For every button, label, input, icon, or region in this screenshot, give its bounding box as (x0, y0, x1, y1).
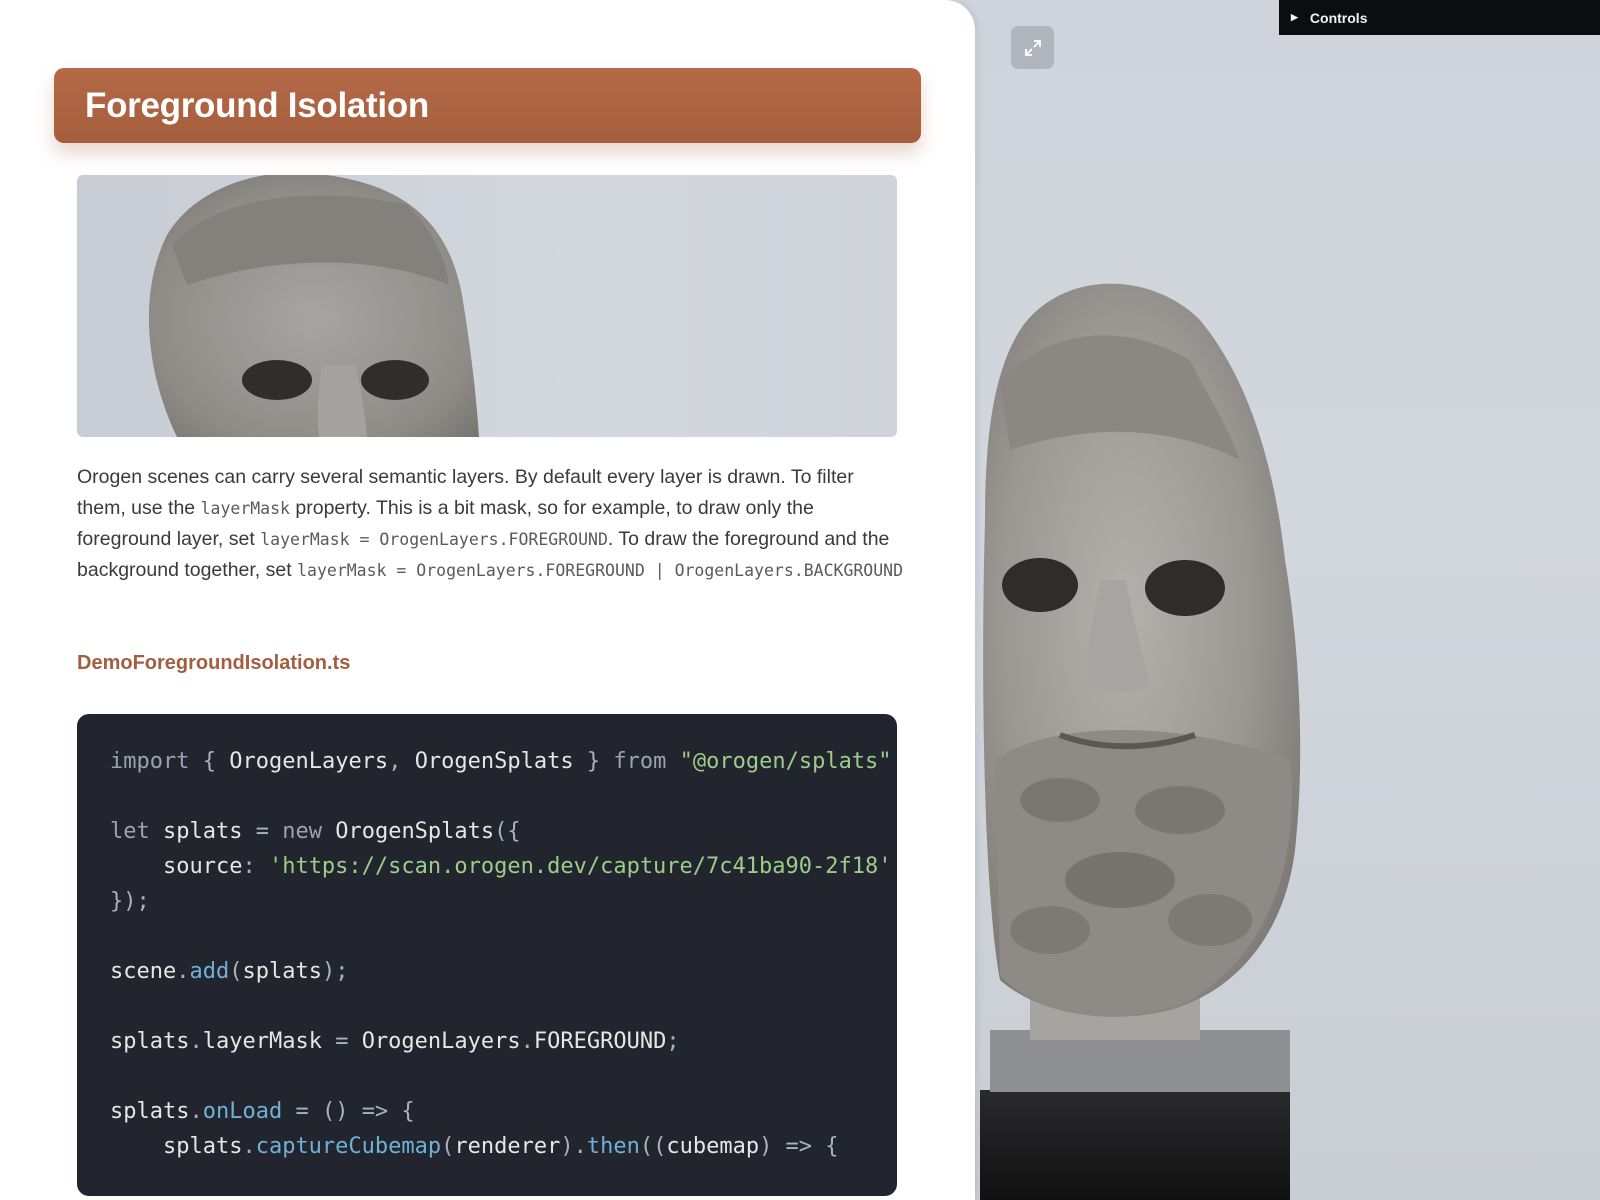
code-token: import (110, 749, 190, 774)
code-token: splats (242, 959, 322, 984)
code-content: import { OrogenLayers, OrogenSplats } fr… (77, 714, 897, 1164)
code-line: splats.layerMask = OrogenLayers.FOREGROU… (110, 1024, 897, 1059)
code-token: cubemap (666, 1134, 760, 1159)
code-token: ({ (494, 819, 521, 844)
code-token: OrogenLayers (229, 749, 389, 774)
code-token: ( (229, 959, 243, 984)
code-token: OrogenSplats (321, 819, 495, 844)
statue-crop-render (148, 175, 479, 437)
code-token: renderer (454, 1134, 561, 1159)
code-token: = (255, 819, 283, 844)
code-token: . (242, 1134, 256, 1159)
code-token: OrogenLayers (361, 1029, 521, 1054)
code-token: . (189, 1029, 203, 1054)
code-line: splats.captureCubemap(renderer).then((cu… (110, 1129, 897, 1164)
inline-code: layerMask = OrogenLayers.FOREGROUND | Or… (297, 561, 904, 580)
code-token: add (189, 959, 230, 984)
code-token: = () => { (282, 1099, 415, 1124)
code-line: splats.onLoad = () => { (110, 1094, 897, 1129)
code-token: (( (639, 1134, 667, 1159)
code-token: onLoad (202, 1099, 283, 1124)
code-token: scene (110, 959, 177, 984)
code-token: = (335, 1029, 362, 1054)
code-block[interactable]: import { OrogenLayers, OrogenSplats } fr… (77, 714, 897, 1196)
code-token: source (110, 854, 243, 879)
code-token: } (573, 749, 614, 774)
code-token: splats (110, 1099, 190, 1124)
triangle-right-icon: ▶ (1291, 12, 1298, 22)
code-line: ​ (110, 919, 897, 954)
code-token: from (613, 749, 667, 774)
code-token: new (282, 819, 322, 844)
code-token: . (176, 959, 190, 984)
section-header: Foreground Isolation (54, 68, 921, 143)
code-token: }); (110, 889, 150, 914)
code-token: layerMask (202, 1029, 336, 1054)
content-panel: Foreground Isolation Orogen scenes can c… (0, 0, 975, 1200)
inline-code: layerMask = OrogenLayers.FOREGROUND (260, 530, 608, 549)
code-token: splats (110, 1134, 243, 1159)
code-line: scene.add(splats); (110, 954, 897, 989)
code-line: }); (110, 884, 897, 919)
fullscreen-button[interactable] (1011, 26, 1054, 69)
code-token: , (388, 749, 415, 774)
source-file-link[interactable]: DemoForegroundIsolation.ts (77, 652, 350, 675)
code-token: let (110, 819, 150, 844)
section-description: Orogen scenes can carry several semantic… (77, 462, 907, 586)
code-token: ; (666, 1029, 680, 1054)
expand-arrows-icon (1024, 39, 1041, 56)
inline-code: layerMask (200, 499, 290, 518)
code-line: ​ (110, 1059, 897, 1094)
code-token: { (189, 749, 230, 774)
code-token: then (586, 1134, 640, 1159)
code-line: ​ (110, 989, 897, 1024)
code-token: . (189, 1099, 203, 1124)
code-token: ). (560, 1134, 587, 1159)
code-line: let splats = new OrogenSplats({ (110, 814, 897, 849)
code-token: ); (321, 959, 349, 984)
code-token: splats (110, 1029, 190, 1054)
code-line: source: 'https://scan.orogen.dev/capture… (110, 849, 897, 884)
code-token: : (242, 854, 269, 879)
controls-toggle[interactable]: ▶ Controls (1279, 0, 1600, 35)
code-token: splats (149, 819, 256, 844)
code-token: ) => { (759, 1134, 839, 1159)
code-token: "@orogen/splats" (679, 749, 892, 774)
code-token: . (520, 1029, 534, 1054)
code-line: import { OrogenLayers, OrogenSplats } fr… (110, 744, 897, 779)
section-title: Foreground Isolation (85, 85, 429, 125)
code-token: 'https://scan.orogen.dev/capture/7c41ba9… (268, 854, 892, 879)
preview-image (77, 175, 897, 437)
code-token: ( (441, 1134, 455, 1159)
controls-label: Controls (1309, 9, 1368, 26)
code-line: ​ (110, 779, 897, 814)
code-token: captureCubemap (255, 1134, 442, 1159)
code-token: OrogenSplats (414, 749, 574, 774)
code-token: FOREGROUND (533, 1029, 667, 1054)
